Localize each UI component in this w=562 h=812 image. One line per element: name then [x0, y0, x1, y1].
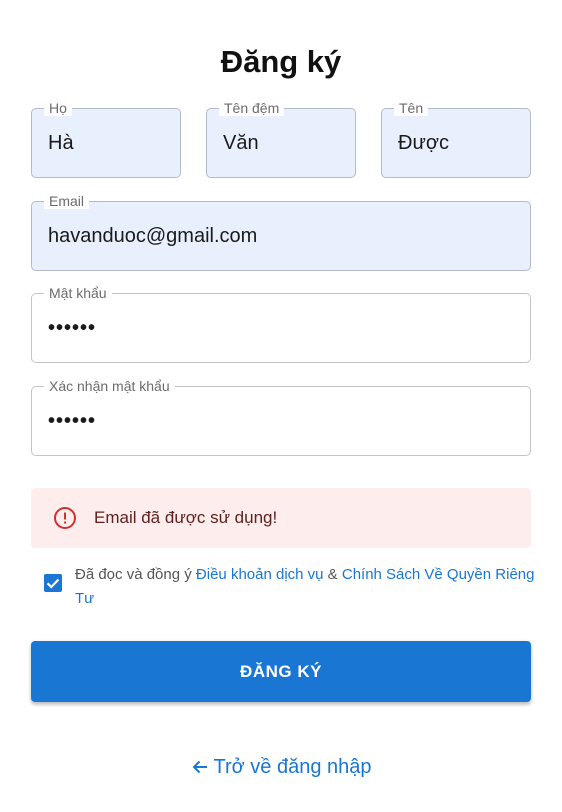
confirm-password-field[interactable]: Xác nhận mật khẩu •••••• — [31, 378, 531, 456]
password-value[interactable]: •••••• — [48, 294, 96, 362]
terms-consent: Đã đọc và đồng ý Điều khoản dịch vụ & Ch… — [44, 563, 534, 613]
confirm-password-value[interactable]: •••••• — [48, 387, 96, 455]
terms-consent-text: Đã đọc và đồng ý Điều khoản dịch vụ & Ch… — [75, 563, 535, 611]
email-field[interactable]: Email havanduoc@gmail.com — [31, 193, 531, 271]
check-icon — [46, 578, 60, 589]
consent-prefix: Đã đọc và đồng ý — [75, 566, 196, 583]
register-button[interactable]: ĐĂNG KÝ — [31, 641, 531, 702]
arrow-left-icon — [193, 760, 208, 774]
password-field[interactable]: Mật khẩu •••••• — [31, 285, 531, 363]
terms-of-service-link[interactable]: Điều khoản dịch vụ — [196, 566, 324, 583]
middle-name-field[interactable]: Tên đệm Văn — [206, 100, 356, 178]
back-to-login-label: Trở về đăng nhập — [213, 756, 372, 778]
first-name-field[interactable]: Tên Được — [381, 100, 531, 178]
first-name-value[interactable]: Được — [398, 109, 449, 177]
error-alert-message: Email đã được sử dụng! — [94, 508, 278, 527]
back-to-login-link[interactable]: Trở về đăng nhập — [0, 754, 562, 780]
consent-joiner: & — [323, 566, 342, 583]
page-title: Đăng ký — [220, 44, 342, 79]
middle-name-value[interactable]: Văn — [223, 109, 259, 177]
error-alert: Email đã được sử dụng! — [31, 488, 531, 548]
error-outline-icon — [53, 506, 77, 530]
terms-checkbox[interactable] — [44, 574, 62, 592]
email-value[interactable]: havanduoc@gmail.com — [48, 202, 257, 270]
last-name-value[interactable]: Hà — [48, 109, 74, 177]
last-name-field[interactable]: Họ Hà — [31, 100, 181, 178]
